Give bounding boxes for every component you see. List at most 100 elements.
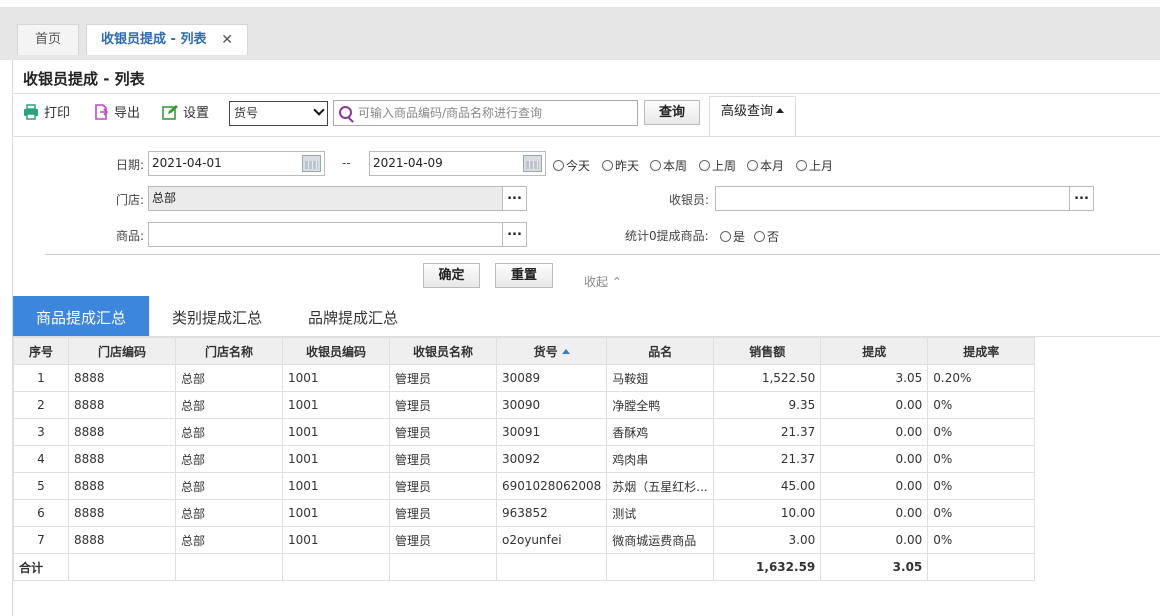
- table-cell: 0.00: [820, 526, 929, 554]
- table-cell: 0.00: [820, 445, 929, 473]
- search-field-select[interactable]: 货号: [229, 101, 328, 126]
- radio-this-week[interactable]: 本周: [650, 157, 687, 174]
- print-button[interactable]: 打印: [23, 103, 70, 125]
- more-icon[interactable]: ...: [502, 223, 526, 246]
- main-content: 收银员提成 - 列表 打印 导出 设置 货号 可输入商品编码/商品名称进行查询 …: [12, 60, 1160, 616]
- radio-zero-no[interactable]: 否: [754, 228, 779, 245]
- table-cell: 鸡肉串: [606, 445, 715, 473]
- date-from-input[interactable]: 2021-04-01: [148, 151, 325, 176]
- date-to-input[interactable]: 2021-04-09: [369, 151, 546, 176]
- radio-circle: [720, 231, 731, 242]
- divider: [13, 93, 1160, 94]
- radio-this-month[interactable]: 本月: [747, 157, 784, 174]
- calendar-icon[interactable]: [523, 155, 542, 172]
- tab-home[interactable]: 首页: [17, 24, 79, 55]
- advanced-query-button[interactable]: 高级查询: [709, 96, 796, 136]
- radio-label: 本周: [663, 159, 688, 173]
- toolbar: 打印 导出 设置 货号 可输入商品编码/商品名称进行查询 查询 高级查询: [13, 96, 1160, 136]
- collapse-label: 收起: [584, 275, 609, 289]
- column-header[interactable]: 收银员编码: [282, 337, 390, 365]
- more-icon[interactable]: ...: [502, 187, 526, 210]
- table-row[interactable]: 4 8888 总部 1001 管理员 30092 鸡肉串 21.37 0.00 0%: [13, 445, 1036, 473]
- tab-home-label: 首页: [34, 32, 61, 47]
- calendar-icon[interactable]: [302, 155, 321, 172]
- tab-cashier-commission[interactable]: 收银员提成 - 列表 ✕: [86, 24, 248, 55]
- table-cell: 3: [13, 418, 69, 446]
- table-cell: 1,522.50: [713, 364, 822, 392]
- table-cell: 1001: [282, 364, 390, 392]
- column-header-sorted[interactable]: 货号: [495, 337, 608, 365]
- table-cell: 0.00: [820, 391, 929, 419]
- table-cell: 微商城运费商品: [606, 526, 715, 554]
- total-row[interactable]: 合计 1,632.59 3.05: [13, 553, 1036, 581]
- query-button[interactable]: 查询: [644, 100, 700, 125]
- column-header[interactable]: 门店编码: [68, 337, 176, 365]
- table-row[interactable]: 7 8888 总部 1001 管理员 o2oyunfei 微商城运费商品 3.00 0.00 0%: [13, 526, 1036, 554]
- search-input[interactable]: 可输入商品编码/商品名称进行查询: [333, 100, 638, 126]
- column-header[interactable]: 门店名称: [175, 337, 283, 365]
- table-cell: 管理员: [389, 526, 497, 554]
- export-label: 导出: [114, 106, 141, 121]
- table-cell: 3.00: [713, 526, 822, 554]
- table-row[interactable]: 2 8888 总部 1001 管理员 30090 净膛全鸭 9.35 0.00 0%: [13, 391, 1036, 419]
- column-header[interactable]: 序号: [13, 337, 69, 365]
- table-cell: 合计: [13, 553, 69, 581]
- caret-up-icon: [776, 108, 784, 113]
- radio-label: 今天: [566, 159, 591, 173]
- date-label: 日期:: [116, 158, 145, 172]
- table-cell: 30090: [495, 391, 608, 419]
- table-cell: 0.00: [820, 472, 929, 500]
- table-cell: 总部: [175, 445, 283, 473]
- radio-label: 上周: [712, 159, 737, 173]
- close-icon[interactable]: ✕: [221, 25, 233, 55]
- cashier-input[interactable]: ...: [715, 186, 1094, 211]
- sort-ascending-icon: [561, 348, 570, 354]
- column-header[interactable]: 收银员名称: [389, 337, 497, 365]
- table-row[interactable]: 1 8888 总部 1001 管理员 30089 马鞍翅 1,522.50 3.05 0.20%: [13, 364, 1036, 392]
- column-header[interactable]: 品名: [606, 337, 715, 365]
- column-header[interactable]: 销售额: [713, 337, 822, 365]
- export-icon: [95, 104, 109, 120]
- radio-last-month[interactable]: 上月: [796, 157, 833, 174]
- table-cell: 2: [13, 391, 69, 419]
- table-row[interactable]: 5 8888 总部 1001 管理员 6901028062008 苏烟（五星红杉... 45.…: [13, 472, 1036, 500]
- table-row[interactable]: 6 8888 总部 1001 管理员 963852 测试 10.00 0.00 0%: [13, 499, 1036, 527]
- column-header[interactable]: 提成率: [927, 337, 1036, 365]
- tab-category-summary[interactable]: 类别提成汇总: [149, 296, 285, 336]
- table-cell: [927, 553, 1036, 581]
- radio-circle: [699, 160, 710, 171]
- radio-zero-yes[interactable]: 是: [720, 228, 745, 245]
- date-separator: --: [342, 156, 351, 170]
- export-button[interactable]: 导出: [93, 103, 140, 125]
- radio-last-week[interactable]: 上周: [699, 157, 736, 174]
- table-cell: [282, 553, 390, 581]
- date-to-value: 2021-04-09: [373, 156, 443, 170]
- radio-today[interactable]: 今天: [553, 157, 590, 174]
- table-cell: 1001: [282, 472, 390, 500]
- radio-circle: [754, 231, 765, 242]
- product-input[interactable]: ...: [148, 222, 527, 247]
- table-row[interactable]: 3 8888 总部 1001 管理员 30091 香酥鸡 21.37 0.00 0%: [13, 418, 1036, 446]
- settings-button[interactable]: 设置: [162, 103, 209, 125]
- tab-brand-summary[interactable]: 品牌提成汇总: [285, 296, 421, 336]
- table-cell: 8888: [68, 445, 176, 473]
- confirm-button[interactable]: 确定: [423, 263, 480, 288]
- column-header[interactable]: 提成: [820, 337, 929, 365]
- tab-bar: 首页 收银员提成 - 列表 ✕: [0, 0, 1160, 60]
- radio-yesterday[interactable]: 昨天: [602, 157, 639, 174]
- divider: [45, 254, 1160, 255]
- tab-product-summary[interactable]: 商品提成汇总: [13, 296, 149, 336]
- radio-label: 是: [733, 230, 746, 244]
- store-value: 总部: [152, 191, 177, 205]
- table-cell: 21.37: [713, 418, 822, 446]
- store-input[interactable]: 总部 ...: [148, 186, 527, 211]
- more-icon[interactable]: ...: [1069, 187, 1093, 210]
- column-header-label: 货号: [533, 344, 558, 359]
- collapse-link[interactable]: 收起 ⌃: [584, 273, 622, 290]
- table-cell: 总部: [175, 364, 283, 392]
- table-cell: 0%: [927, 418, 1036, 446]
- table-cell: 9.35: [713, 391, 822, 419]
- radio-circle: [602, 160, 613, 171]
- reset-button[interactable]: 重置: [495, 263, 553, 288]
- table-cell: 6: [13, 499, 69, 527]
